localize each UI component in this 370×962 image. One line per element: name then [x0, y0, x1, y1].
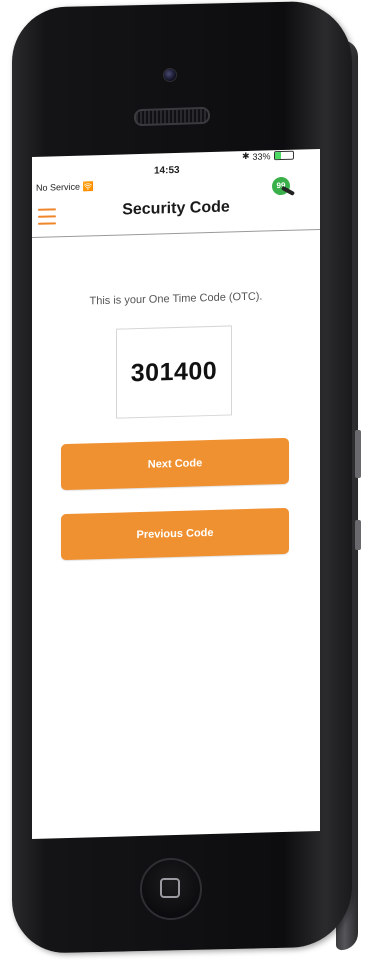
phone-mockup: No Service 🛜 14:53 ✱ 33% Security Code 9…: [0, 0, 370, 962]
side-switch: [355, 520, 361, 550]
front-camera-icon: [163, 68, 177, 82]
battery-fill: [274, 152, 281, 160]
intro-text: This is your One Time Code (OTC).: [89, 290, 263, 308]
code-box: 301400: [116, 325, 232, 419]
next-code-button[interactable]: Next Code: [61, 437, 289, 491]
phone-screen: No Service 🛜 14:53 ✱ 33% Security Code 9…: [32, 148, 320, 839]
volume-button: [355, 430, 361, 478]
bluetooth-icon: ✱: [242, 150, 250, 162]
key-badge-icon[interactable]: 99: [272, 176, 296, 200]
battery-percent: 33%: [252, 150, 271, 162]
battery-status: ✱ 33%: [242, 150, 294, 162]
home-button-icon: [160, 878, 180, 898]
earpiece-speaker: [133, 106, 211, 127]
otc-code: 301400: [130, 356, 218, 387]
battery-icon: [273, 150, 294, 161]
navigation-bar: Security Code 99: [32, 176, 320, 238]
status-time: 14:53: [154, 164, 180, 177]
page-title: Security Code: [122, 198, 230, 219]
previous-code-button[interactable]: Previous Code: [61, 507, 289, 561]
